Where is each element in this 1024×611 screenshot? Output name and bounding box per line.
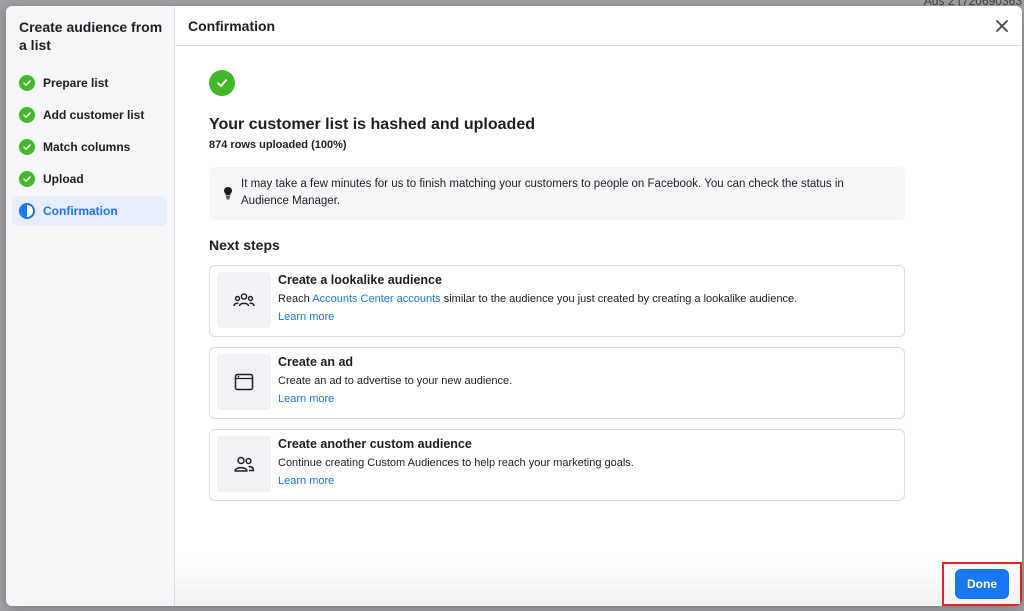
info-notice: It may take a few minutes for us to fini… [209,167,905,220]
steps-sidebar: Create audience from a list Prepare list… [6,6,175,606]
card-body: Create another custom audience Continue … [278,436,634,494]
card-description: Create an ad to advertise to your new au… [278,375,513,387]
info-text: It may take a few minutes for us to fini… [241,178,844,207]
custom-audience-card[interactable]: Create another custom audience Continue … [209,429,905,501]
in-progress-icon [19,203,35,219]
group-icon [217,272,271,328]
page-title: Confirmation [188,17,276,34]
card-body: Create an ad Create an ad to advertise t… [278,354,512,412]
step-label: Match columns [43,140,131,154]
card-title: Create another custom audience [278,437,472,451]
learn-more-link[interactable]: Learn more [278,475,634,487]
check-icon [19,107,35,123]
card-desc-text: similar to the audience you just created… [440,293,798,305]
success-check-icon [209,70,235,96]
step-label: Confirmation [43,204,118,218]
step-label: Prepare list [43,76,109,90]
done-button-highlight: Done [942,562,1022,606]
check-icon [19,171,35,187]
confirmation-content: Your customer list is hashed and uploade… [175,46,905,501]
learn-more-link[interactable]: Learn more [278,311,797,323]
lookalike-audience-card[interactable]: Create a lookalike audience Reach Accoun… [209,265,905,337]
step-match-columns[interactable]: Match columns [12,132,167,162]
ad-window-icon [217,354,271,410]
card-description: Continue creating Custom Audiences to he… [278,457,634,469]
check-icon [19,75,35,91]
card-body: Create a lookalike audience Reach Accoun… [278,272,797,330]
step-confirmation[interactable]: Confirmation [12,196,167,226]
upload-headline: Your customer list is hashed and uploade… [209,116,535,133]
main-panel: Confirmation Your customer list is hashe… [175,6,1022,606]
next-steps-title: Next steps [209,237,280,253]
step-add-customer-list[interactable]: Add customer list [12,100,167,130]
card-description: Reach Accounts Center accounts similar t… [278,293,797,305]
create-ad-card[interactable]: Create an ad Create an ad to advertise t… [209,347,905,419]
step-prepare-list[interactable]: Prepare list [12,68,167,98]
accounts-center-link[interactable]: Accounts Center accounts [312,293,440,305]
check-icon [19,139,35,155]
card-title: Create a lookalike audience [278,273,442,287]
create-audience-modal: Create audience from a list Prepare list… [6,6,1022,606]
step-label: Upload [43,172,84,186]
modal-header: Confirmation [175,6,1022,46]
close-icon[interactable] [994,18,1010,34]
lightbulb-icon [224,187,232,200]
rows-uploaded: 874 rows uploaded (100%) [209,139,347,151]
modal-footer [175,558,1022,606]
step-label: Add customer list [43,108,145,122]
sidebar-title: Create audience from a list [19,19,163,53]
step-upload[interactable]: Upload [12,164,167,194]
step-list: Prepare list Add customer list Match col… [12,68,167,226]
people-icon [217,436,271,492]
done-button[interactable]: Done [955,569,1009,599]
card-desc-text: Reach [278,293,313,305]
learn-more-link[interactable]: Learn more [278,393,512,405]
card-title: Create an ad [278,355,354,369]
